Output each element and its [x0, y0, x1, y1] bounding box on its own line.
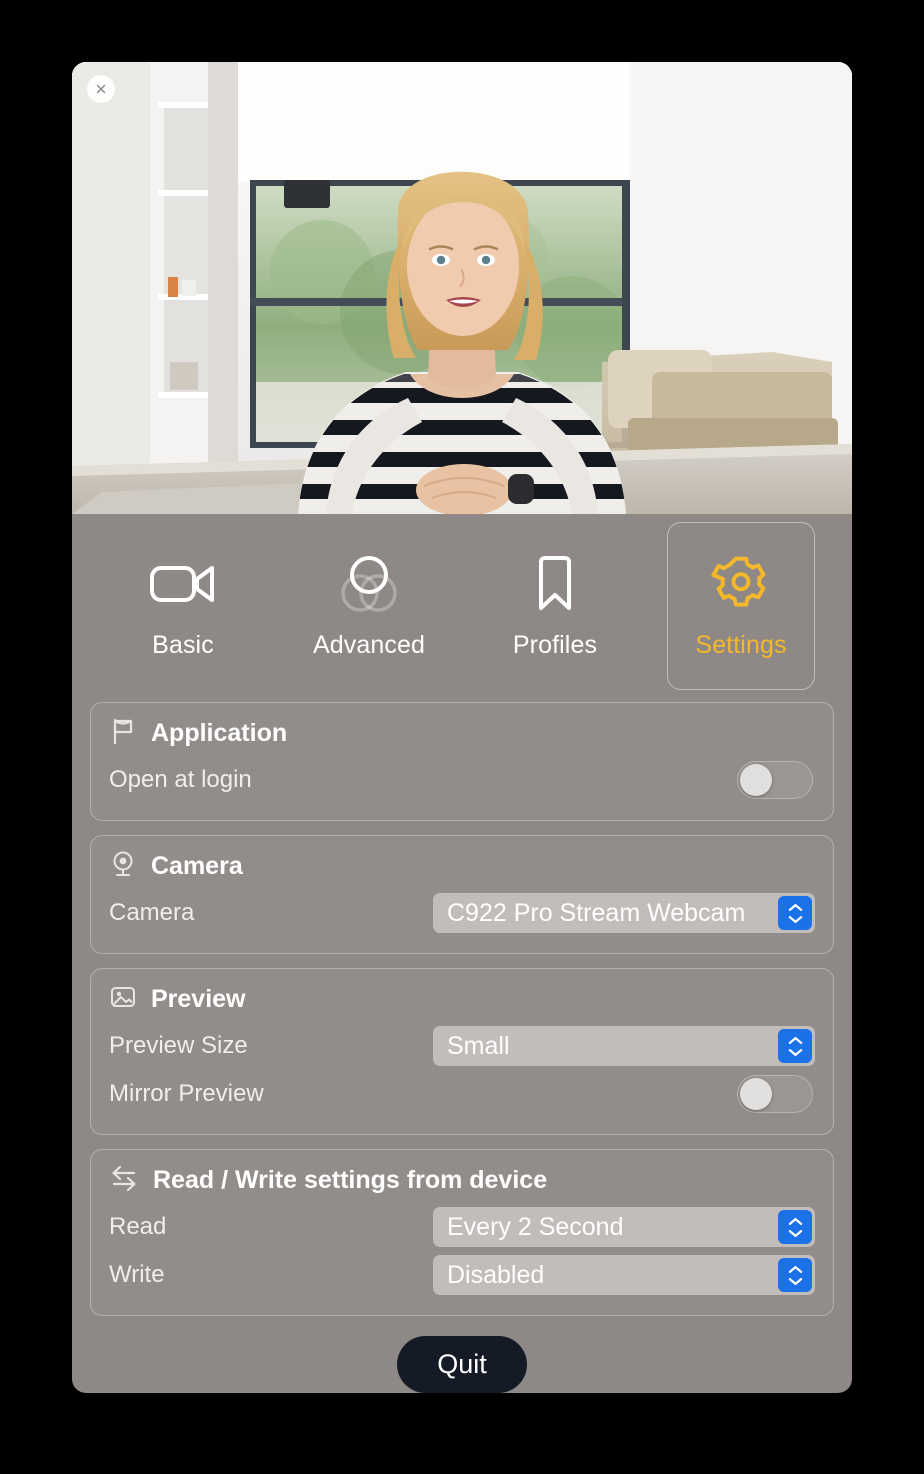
tab-advanced[interactable]: Advanced [295, 522, 443, 690]
mirror-preview-toggle[interactable] [737, 1075, 813, 1113]
section-header: Camera [109, 850, 815, 883]
section-title: Read / Write settings from device [153, 1166, 548, 1194]
camera-select-value: C922 Pro Stream Webcam [447, 898, 746, 927]
tab-profiles-label: Profiles [512, 630, 598, 659]
section-application: Application Open at login [90, 702, 834, 821]
tab-settings-label: Settings [695, 630, 787, 659]
bookmark-icon [533, 553, 577, 615]
section-header: Preview [109, 983, 815, 1016]
camera-select[interactable]: C922 Pro Stream Webcam [433, 893, 815, 933]
gear-icon [711, 553, 771, 615]
video-camera-icon [149, 553, 217, 615]
tab-settings[interactable]: Settings [667, 522, 815, 690]
row-read: Read Every 2 Second [109, 1203, 815, 1251]
flag-icon [109, 717, 137, 750]
row-label: Read [109, 1213, 167, 1240]
tab-advanced-label: Advanced [313, 630, 425, 659]
footer: Quit [72, 1316, 852, 1393]
settings-sections: Application Open at login Camera Camera … [72, 702, 852, 1316]
tab-basic-label: Basic [152, 630, 214, 659]
tab-profiles[interactable]: Profiles [481, 522, 629, 690]
image-icon [109, 983, 137, 1016]
row-camera: Camera C922 Pro Stream Webcam [109, 889, 815, 937]
read-select-stepper[interactable] [778, 1210, 812, 1244]
venn-circles-icon [338, 553, 400, 615]
chevron-up-icon [788, 1217, 802, 1225]
write-select[interactable]: Disabled [433, 1255, 815, 1295]
row-label: Preview Size [109, 1032, 248, 1059]
section-camera: Camera Camera C922 Pro Stream Webcam [90, 835, 834, 954]
section-header: Read / Write settings from device [109, 1164, 815, 1197]
preview-size-value: Small [447, 1031, 510, 1060]
write-select-stepper[interactable] [778, 1258, 812, 1292]
chevron-up-icon [788, 1036, 802, 1044]
row-mirror-preview: Mirror Preview [109, 1070, 815, 1118]
camera-select-stepper[interactable] [778, 896, 812, 930]
write-select-value: Disabled [447, 1260, 545, 1289]
row-label: Write [109, 1261, 165, 1288]
chevron-down-icon [788, 1048, 802, 1056]
row-label: Open at login [109, 766, 252, 793]
section-read-write: Read / Write settings from device Read E… [90, 1149, 834, 1316]
row-label: Mirror Preview [109, 1080, 264, 1107]
row-open-at-login: Open at login [109, 756, 815, 804]
read-write-arrows-icon [109, 1164, 139, 1197]
section-title: Preview [151, 985, 246, 1013]
row-label: Camera [109, 899, 195, 926]
chevron-up-icon [788, 903, 802, 911]
close-button[interactable] [87, 75, 115, 103]
chevron-down-icon [788, 1229, 802, 1237]
camera-preview [72, 62, 852, 514]
chevron-up-icon [788, 1265, 802, 1273]
preview-size-stepper[interactable] [778, 1029, 812, 1063]
section-title: Application [151, 719, 288, 747]
preview-size-select[interactable]: Small [433, 1026, 815, 1066]
row-preview-size: Preview Size Small [109, 1022, 815, 1070]
tab-bar: Basic Advanced Profiles Settings [72, 514, 852, 702]
tab-basic[interactable]: Basic [109, 522, 257, 690]
section-title: Camera [151, 852, 243, 880]
close-icon [96, 84, 106, 94]
chevron-down-icon [788, 1277, 802, 1285]
app-window: Basic Advanced Profiles Settings Applica… [72, 62, 852, 1393]
webcam-icon [109, 850, 137, 883]
preview-image [72, 62, 852, 514]
read-select-value: Every 2 Second [447, 1212, 624, 1241]
chevron-down-icon [788, 915, 802, 923]
section-header: Application [109, 717, 815, 750]
toggle-knob [740, 764, 772, 796]
toggle-knob [740, 1078, 772, 1110]
row-write: Write Disabled [109, 1251, 815, 1299]
read-select[interactable]: Every 2 Second [433, 1207, 815, 1247]
section-preview: Preview Preview Size Small Mirror Previe… [90, 968, 834, 1135]
quit-button[interactable]: Quit [397, 1336, 527, 1393]
open-at-login-toggle[interactable] [737, 761, 813, 799]
